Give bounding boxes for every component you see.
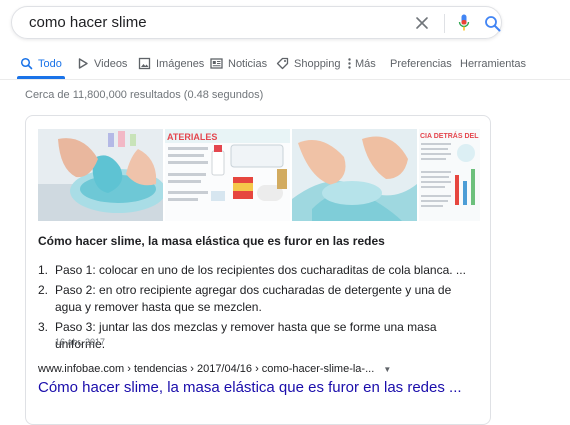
list-item: 1. Paso 1: colocar en uno de los recipie… bbox=[38, 262, 478, 279]
slime-photo-2 bbox=[292, 129, 417, 221]
tab-shopping[interactable]: Shopping bbox=[276, 50, 341, 77]
search-divider bbox=[444, 14, 445, 33]
tab-label: Imágenes bbox=[156, 57, 205, 70]
tab-herramientas[interactable]: Herramientas bbox=[460, 50, 526, 77]
video-icon bbox=[76, 57, 89, 70]
thumbnail-2[interactable]: ATERIALES bbox=[165, 129, 290, 221]
tab-label: Videos bbox=[94, 57, 128, 70]
result-stats: Cerca de 11,800,000 resultados (0.48 seg… bbox=[25, 89, 264, 101]
tab-label: Todo bbox=[38, 57, 62, 70]
search-icon bbox=[20, 57, 33, 70]
slime-photo-1 bbox=[38, 129, 163, 221]
tag-icon bbox=[276, 57, 289, 70]
tab-label: Más bbox=[355, 57, 376, 70]
step-number: 3. bbox=[38, 320, 49, 334]
snippet-title: Cómo hacer slime, la masa elástica que e… bbox=[38, 234, 385, 248]
step-text: Paso 3: juntar las dos mezclas y remover… bbox=[55, 320, 437, 351]
search-icon[interactable] bbox=[484, 15, 501, 32]
step-number: 1. bbox=[38, 263, 49, 277]
tab-label: Noticias bbox=[228, 57, 268, 70]
url-text: www.infobae.com › tendencias › 2017/04/1… bbox=[38, 363, 375, 375]
result-title-link[interactable]: Cómo hacer slime, la masa elástica que e… bbox=[38, 379, 462, 396]
search-input[interactable]: como hacer slime bbox=[29, 14, 147, 31]
search-box[interactable]: como hacer slime bbox=[11, 6, 502, 39]
infographic-title-2: CIA DETRÁS DEL SLIME bbox=[420, 131, 480, 140]
tab-label: Shopping bbox=[294, 57, 341, 70]
snippet-date: 16 abr. 2017 bbox=[55, 337, 106, 347]
thumbnail-4[interactable]: CIA DETRÁS DEL SLIME bbox=[419, 129, 480, 221]
result-url[interactable]: www.infobae.com › tendencias › 2017/04/1… bbox=[38, 363, 391, 375]
tab-label: Herramientas bbox=[460, 57, 527, 70]
clear-icon[interactable] bbox=[415, 16, 429, 30]
more-vert-icon bbox=[346, 57, 353, 70]
list-item: 2. Paso 2: en otro recipiente agregar do… bbox=[38, 282, 478, 316]
image-icon bbox=[138, 57, 151, 70]
list-item: 3. Paso 3: juntar las dos mezclas y remo… bbox=[38, 319, 478, 353]
tab-mas[interactable]: Más bbox=[346, 50, 376, 77]
materials-infographic: ATERIALES bbox=[165, 129, 290, 221]
infographic-title-1: ATERIALES bbox=[167, 132, 217, 142]
news-icon bbox=[210, 57, 223, 70]
step-number: 2. bbox=[38, 283, 49, 297]
thumbnail-1[interactable] bbox=[38, 129, 163, 221]
step-text: Paso 2: en otro recipiente agregar dos c… bbox=[55, 283, 452, 314]
step-text: Paso 1: colocar en uno de los recipiente… bbox=[55, 263, 466, 277]
image-strip: ATERIALES CIA DETRÁS DEL bbox=[38, 129, 480, 221]
search-tabs: Todo Videos Imágenes Noticias Shopping M… bbox=[0, 50, 570, 80]
tab-imagenes[interactable]: Imágenes bbox=[138, 50, 204, 77]
featured-snippet: ATERIALES CIA DETRÁS DEL Cómo hacer slim… bbox=[25, 115, 491, 425]
tab-noticias[interactable]: Noticias bbox=[210, 50, 267, 77]
microphone-icon[interactable] bbox=[458, 14, 470, 33]
caret-down-icon[interactable]: ▼ bbox=[383, 365, 391, 374]
science-infographic: CIA DETRÁS DEL SLIME bbox=[419, 129, 480, 221]
tab-preferencias[interactable]: Preferencias bbox=[390, 50, 452, 77]
thumbnail-3[interactable] bbox=[292, 129, 417, 221]
tab-videos[interactable]: Videos bbox=[76, 50, 127, 77]
tab-label: Preferencias bbox=[390, 57, 452, 70]
tab-todo[interactable]: Todo bbox=[20, 50, 62, 77]
tabs-divider bbox=[0, 79, 570, 80]
